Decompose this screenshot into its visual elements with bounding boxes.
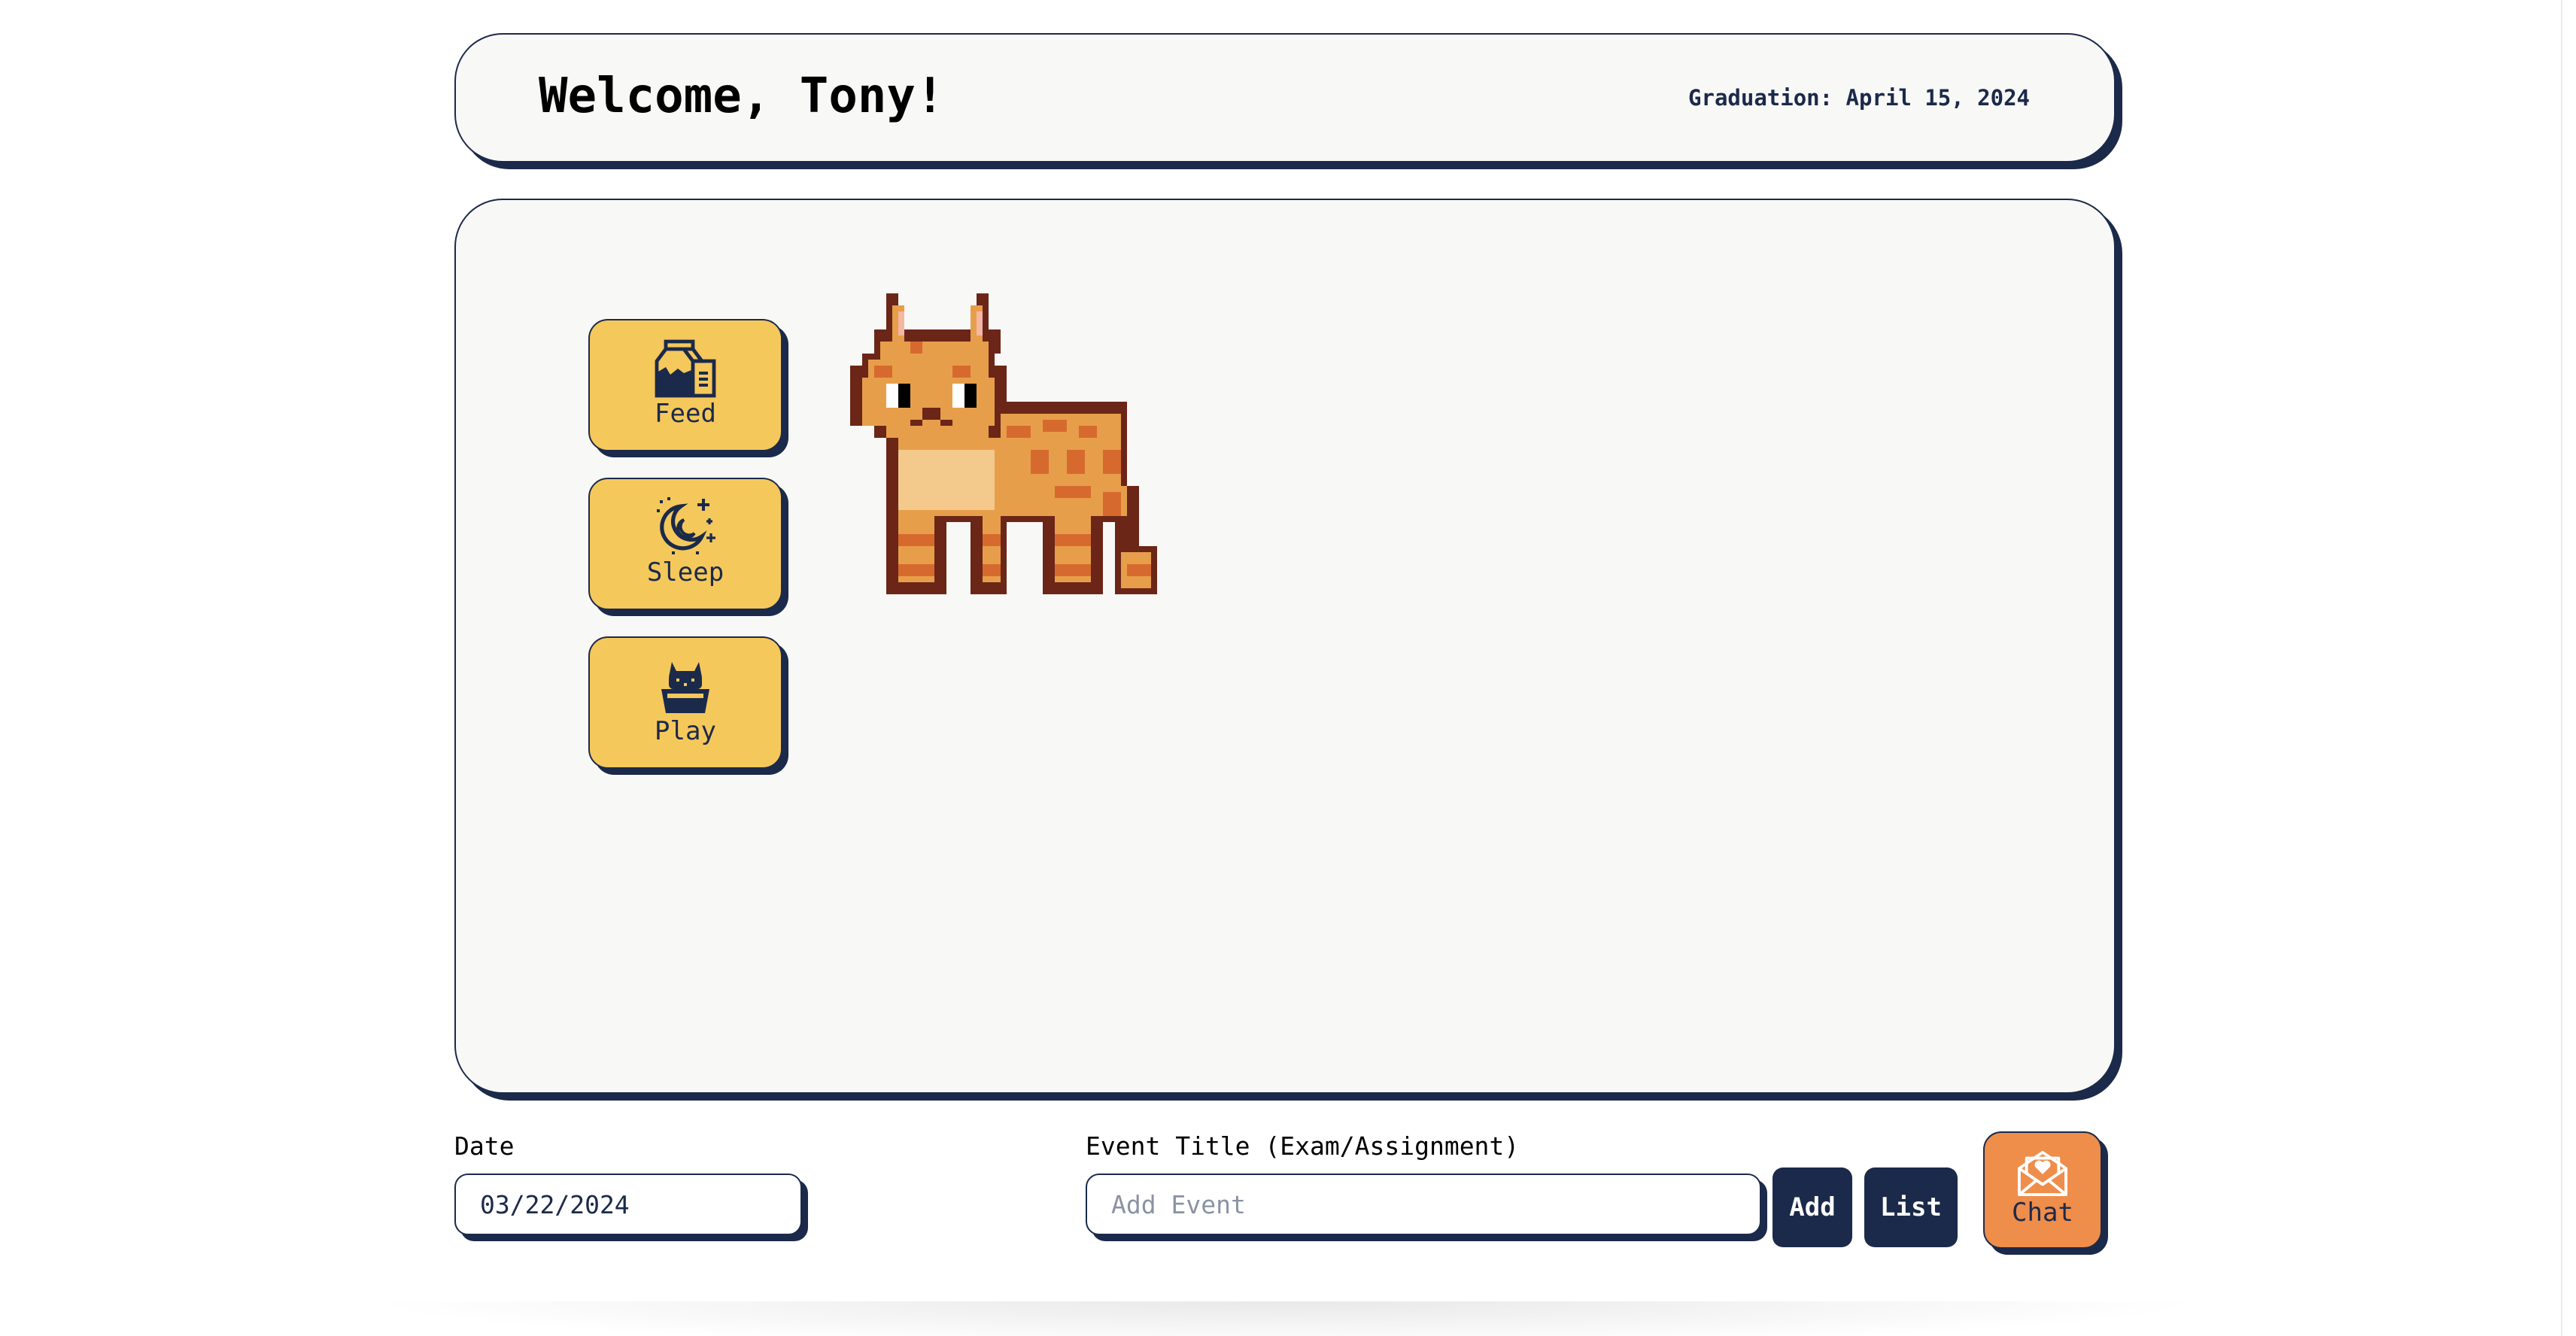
page: Welcome, Tony! Graduation: April 15, 202… bbox=[0, 0, 2576, 1336]
scrollbar-track bbox=[2561, 0, 2562, 1336]
sleep-label: Sleep bbox=[646, 557, 724, 588]
cat-in-box-icon bbox=[661, 662, 709, 713]
milk-carton-icon bbox=[655, 339, 716, 398]
event-title-input[interactable] bbox=[1086, 1174, 1761, 1235]
date-input[interactable] bbox=[454, 1174, 802, 1235]
cat-sprite bbox=[850, 293, 1157, 594]
play-label: Play bbox=[655, 716, 716, 746]
chat-label: Chat bbox=[2012, 1198, 2073, 1228]
moon-stars-icon bbox=[657, 497, 715, 554]
graduation-date: Graduation: April 15, 2024 bbox=[1688, 85, 2030, 111]
add-button[interactable]: Add bbox=[1773, 1167, 1852, 1247]
feed-label: Feed bbox=[655, 399, 716, 429]
feed-button[interactable]: Feed bbox=[588, 319, 782, 451]
welcome-title: Welcome, Tony! bbox=[539, 68, 945, 124]
list-button[interactable]: List bbox=[1864, 1167, 1958, 1247]
sleep-button[interactable]: Sleep bbox=[588, 478, 782, 610]
pet-panel: Feed Sleep Play bbox=[454, 199, 2116, 1094]
date-label: Date bbox=[454, 1131, 515, 1161]
love-letter-icon bbox=[2018, 1150, 2067, 1197]
chat-button[interactable]: Chat bbox=[1983, 1131, 2102, 1249]
bottom-shadow bbox=[361, 1301, 2212, 1336]
event-title-label: Event Title (Exam/Assignment) bbox=[1086, 1131, 1520, 1161]
header-card: Welcome, Tony! Graduation: April 15, 202… bbox=[454, 33, 2116, 162]
play-button[interactable]: Play bbox=[588, 636, 782, 769]
